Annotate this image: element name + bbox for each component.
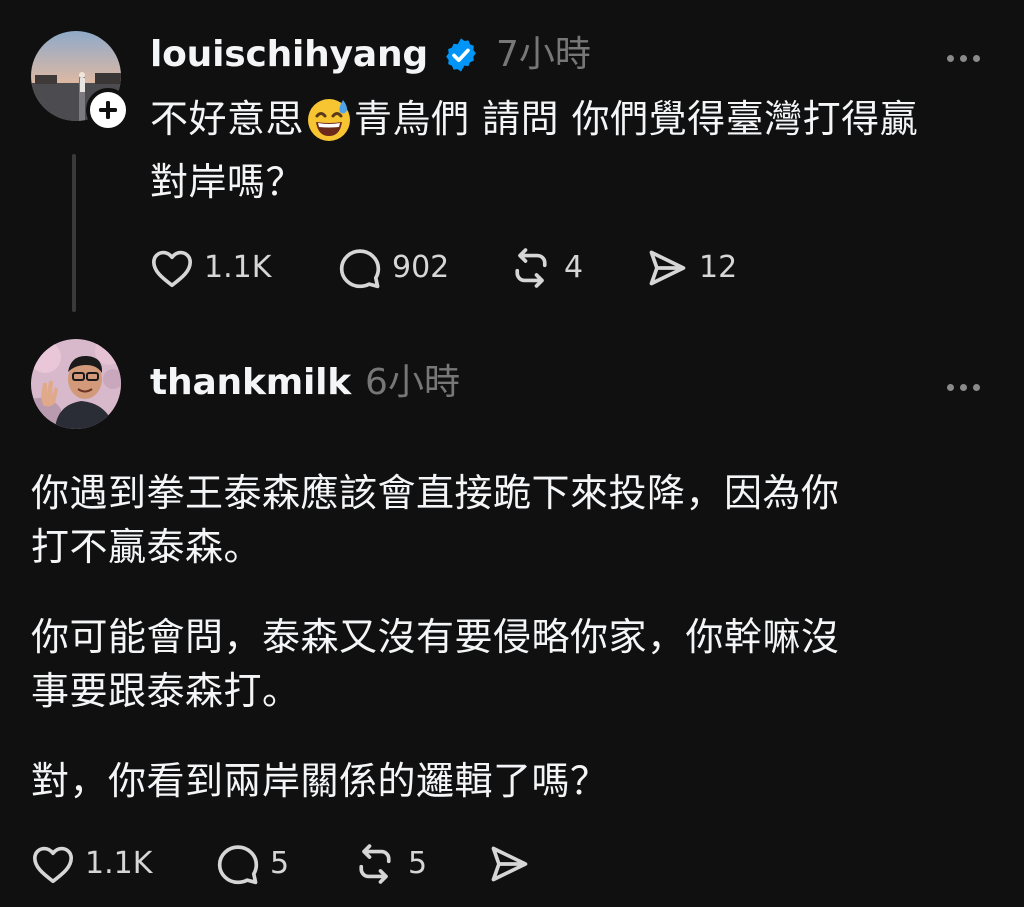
reply-like-count: 1.1K [85,846,153,881]
post-like-count: 1.1K [204,250,272,285]
reply-paragraph-3-line1: 對，你看到兩岸關係的邏輯了嗎？ [31,759,609,803]
follow-button[interactable] [86,88,130,132]
post-comment-count: 902 [392,250,450,285]
grinning-face-with-sweat-emoji [308,98,351,141]
post-text-line2: 對岸嗎？ [150,160,305,204]
heart-icon [152,250,192,288]
post-share-button[interactable]: 12 [645,246,737,290]
plus-icon [99,101,117,119]
heart-icon [32,846,73,884]
author-username[interactable]: louischihyang [150,33,428,77]
reply-author-username[interactable]: thankmilk [150,361,351,405]
reply-paragraph: 你遇到拳王泰森應該會直接跪下來投降，因為你 打不贏泰森。 [31,466,1001,574]
reply-paragraph-1-line2: 打不贏泰森。 [31,525,263,569]
reply-time: 6小時 [365,362,460,403]
share-icon [649,250,686,286]
post-text: 不好意思 青鳥們 請問 你們覺得臺灣打得贏 對岸嗎？ [150,88,1010,214]
post-text-line1: 不好意思 青鳥們 請問 你們覺得臺灣打得贏 [150,88,1010,151]
post-comment-button[interactable]: 902 [338,246,449,290]
post-repost-button[interactable]: 4 [508,246,583,290]
comment-icon [217,845,259,885]
post-header: louischihyang 7小時 [150,33,591,77]
reply-paragraph-2-line2: 事要跟泰森打。 [31,669,301,713]
reply-like-button[interactable]: 1.1K [31,842,152,886]
repost-icon [359,844,391,884]
verified-badge-icon [446,38,476,72]
reply-text: 你遇到拳王泰森應該會直接跪下來投降，因為你 打不贏泰森。 你可能會問，泰森又沒有… [31,466,1001,808]
reply-author-avatar[interactable] [31,339,121,429]
comment-icon [339,249,381,289]
post-text-part1: 不好意思 [150,97,305,141]
thread-line [72,154,76,312]
repost-icon [515,248,547,288]
reply-repost-count: 5 [408,846,428,881]
post-text-part2: 青鳥們 請問 你們覺得臺灣打得贏 [354,97,919,141]
reply-paragraph: 你可能會問，泰森又沒有要侵略你家，你幹嘛沒 事要跟泰森打。 [31,610,1001,718]
reply-repost-button[interactable]: 5 [352,842,427,886]
post-repost-count: 4 [564,250,584,285]
reply-share-button[interactable] [487,842,531,886]
reply-paragraph-2-line1: 你可能會問，泰森又沒有要侵略你家，你幹嘛沒 [31,615,840,659]
reply-comment-count: 5 [270,846,290,881]
post-time: 7小時 [495,34,591,75]
reply-paragraph-1-line1: 你遇到拳王泰森應該會直接跪下來投降，因為你 [31,471,840,515]
post-share-count: 12 [699,250,738,285]
reply-paragraph: 對，你看到兩岸關係的邏輯了嗎？ [31,754,1001,808]
reply-more-icon[interactable] [943,373,984,401]
post-like-button[interactable]: 1.1K [150,246,271,290]
share-icon [491,846,528,882]
reply-header: thankmilk 6小時 [150,361,460,405]
post-more-icon[interactable] [943,44,984,72]
reply-comment-button[interactable]: 5 [216,842,289,886]
